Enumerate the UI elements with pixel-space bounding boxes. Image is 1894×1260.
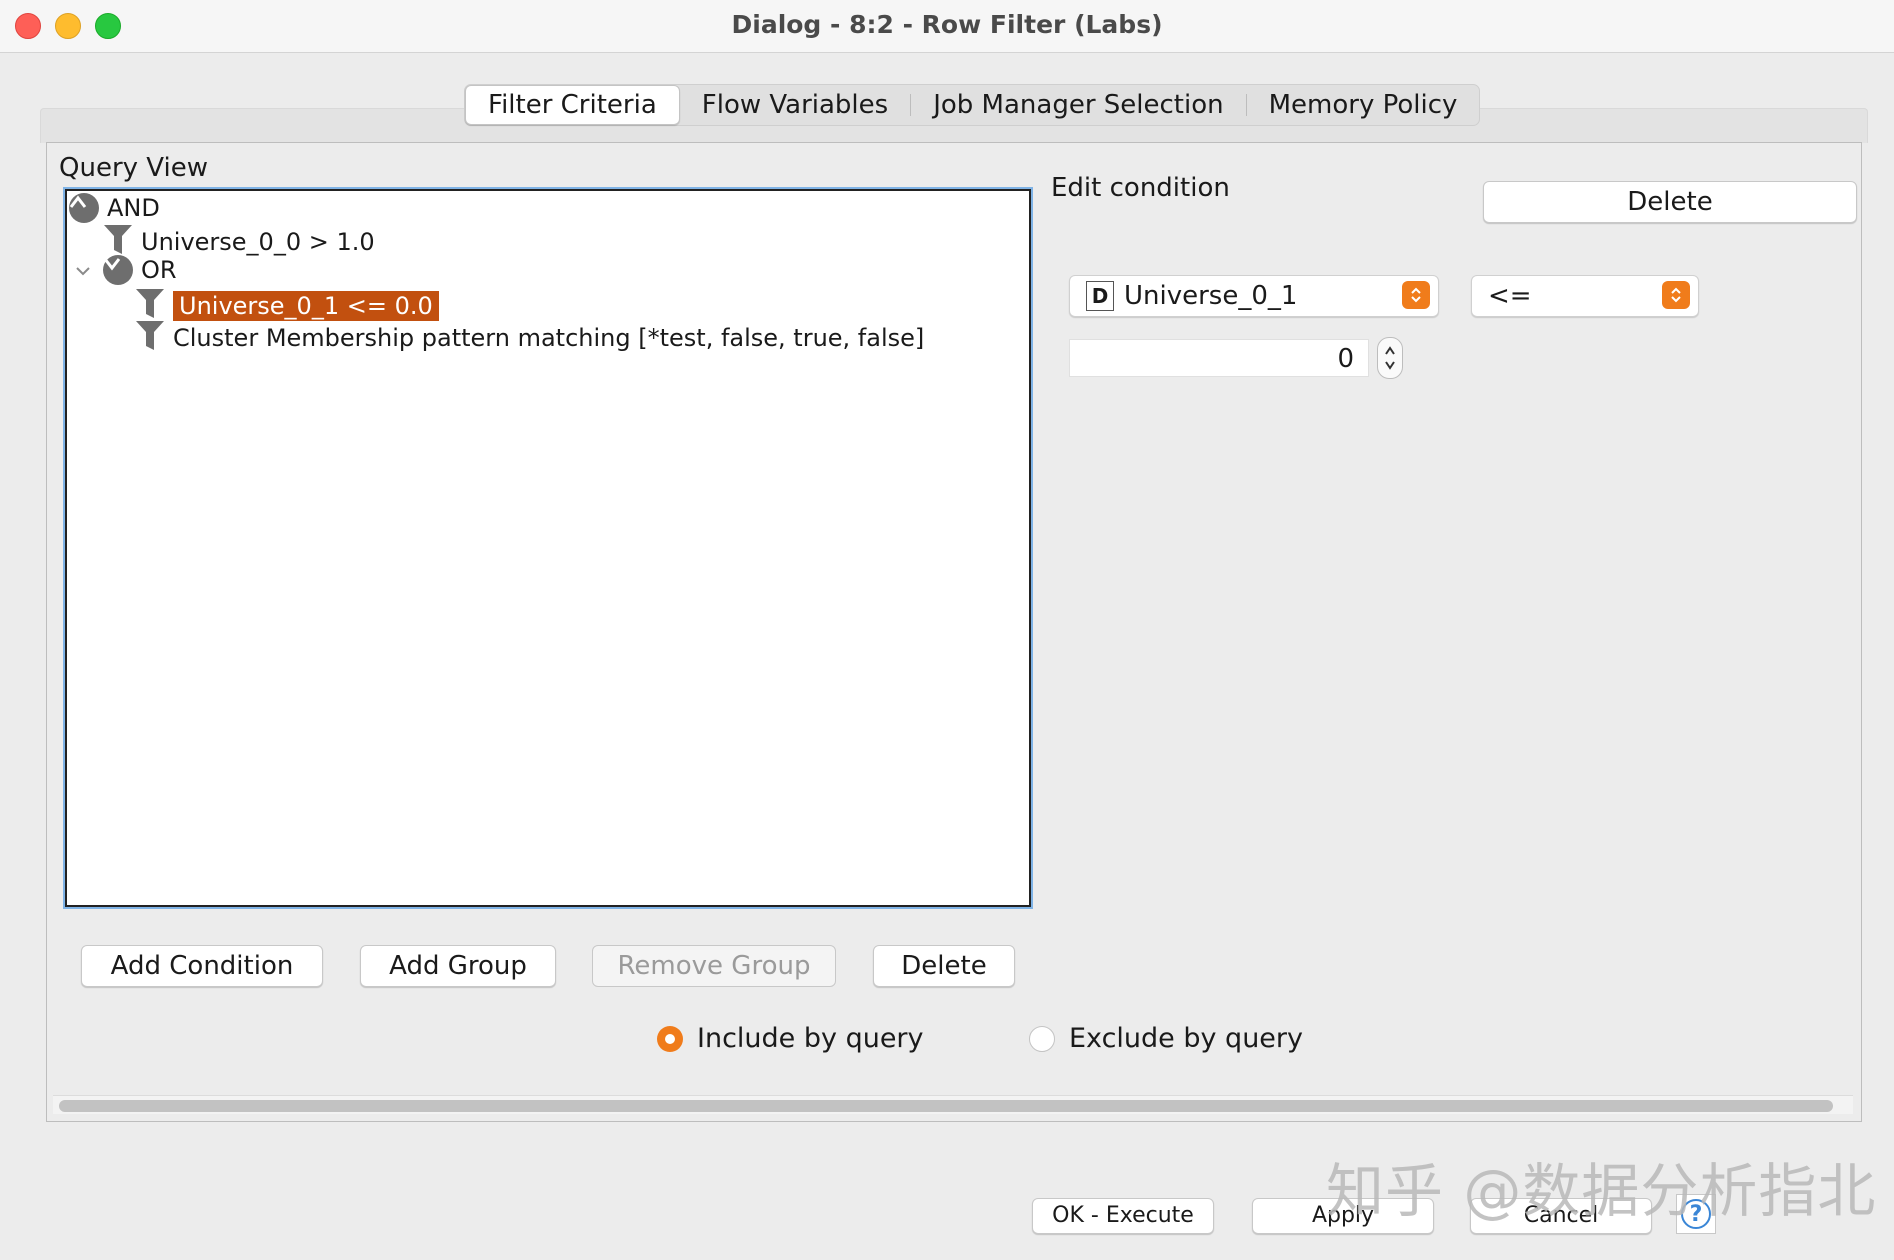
tree-node-or[interactable]: OR [103, 255, 177, 285]
tab-flow-variables[interactable]: Flow Variables [680, 86, 910, 124]
chevron-down-icon[interactable] [75, 261, 91, 282]
value-input[interactable]: 0 [1069, 339, 1369, 377]
tree-node-label: Universe_0_1 <= 0.0 [173, 291, 439, 321]
column-select[interactable]: D Universe_0_1 [1069, 275, 1439, 317]
stepper-icon [1402, 281, 1430, 309]
tab-bar: Filter Criteria Flow Variables Job Manag… [464, 84, 1481, 126]
tab-job-manager-selection[interactable]: Job Manager Selection [911, 86, 1245, 124]
value-spinner[interactable] [1377, 337, 1403, 379]
stepper-icon [1662, 281, 1690, 309]
exclude-radio[interactable] [1029, 1025, 1055, 1052]
scrollbar-thumb[interactable] [59, 1100, 1833, 1112]
edit-condition-label: Edit condition [1051, 173, 1230, 203]
tab-memory-policy[interactable]: Memory Policy [1247, 86, 1480, 124]
include-by-query-option[interactable]: Include by query [657, 1023, 924, 1054]
tree-node-condition[interactable]: Cluster Membership pattern matching [*te… [135, 319, 924, 357]
window-title: Dialog - 8:2 - Row Filter (Labs) [731, 10, 1163, 39]
remove-group-button[interactable]: Remove Group [592, 945, 836, 987]
add-group-button[interactable]: Add Group [360, 945, 556, 987]
title-bar: Dialog - 8:2 - Row Filter (Labs) [0, 0, 1894, 53]
include-label: Include by query [697, 1023, 924, 1054]
operator-select[interactable]: <= [1471, 275, 1699, 317]
tree-node-label: AND [107, 194, 160, 222]
filter-criteria-panel: Query View AND Universe_0_0 > 1.0 OR Uni… [46, 142, 1862, 1122]
column-select-value: Universe_0_1 [1124, 281, 1298, 311]
exclude-by-query-option[interactable]: Exclude by query [1029, 1023, 1303, 1054]
add-condition-button[interactable]: Add Condition [81, 945, 323, 987]
ok-execute-button[interactable]: OK - Execute [1032, 1198, 1214, 1234]
tree-node-label: OR [141, 256, 177, 284]
or-group-icon [103, 255, 133, 285]
tree-node-label: Cluster Membership pattern matching [*te… [173, 324, 925, 352]
tree-node-and[interactable]: AND [69, 193, 160, 223]
horizontal-scrollbar[interactable] [53, 1095, 1853, 1114]
query-tree[interactable]: AND Universe_0_0 > 1.0 OR Universe_0_1 <… [63, 187, 1033, 909]
delete-node-button[interactable]: Delete [873, 945, 1015, 987]
filter-icon [135, 319, 165, 357]
tree-node-label: Universe_0_0 > 1.0 [141, 228, 375, 256]
operator-select-value: <= [1488, 281, 1532, 311]
tab-filter-criteria[interactable]: Filter Criteria [465, 85, 680, 125]
watermark-text: 知乎 @数据分析指北 [1326, 1157, 1877, 1225]
exclude-label: Exclude by query [1069, 1023, 1303, 1054]
column-type-icon: D [1086, 281, 1114, 311]
delete-condition-button[interactable]: Delete [1483, 181, 1857, 223]
query-view-label: Query View [59, 153, 208, 183]
and-group-icon [69, 193, 99, 223]
include-radio[interactable] [657, 1025, 683, 1052]
